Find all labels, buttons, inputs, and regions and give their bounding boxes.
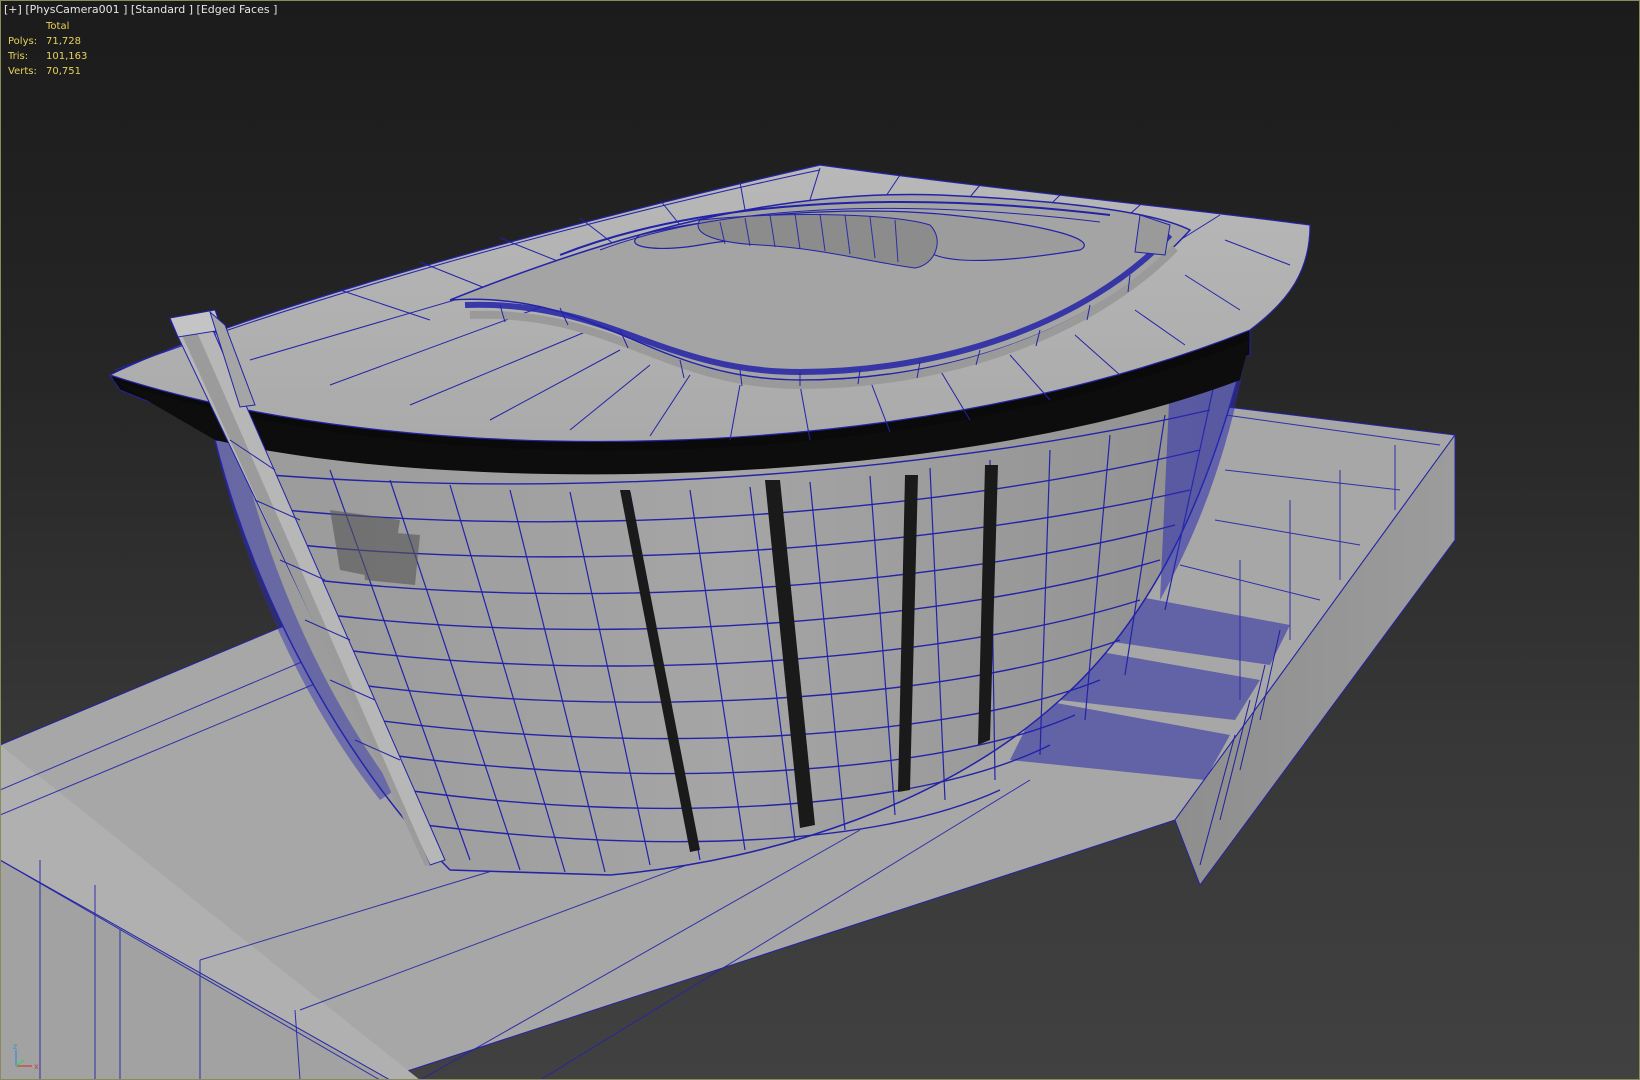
stats-key: Polys: — [8, 36, 38, 47]
statistics-overlay: Total Polys: 71,728 Tris: 101,163 Verts:… — [8, 19, 87, 79]
stats-row-verts: Verts: 70,751 — [8, 64, 87, 79]
stats-row-polys: Polys: 71,728 — [8, 34, 87, 49]
stats-header: Total — [46, 21, 70, 32]
stats-key: Tris: — [8, 51, 29, 62]
viewport-camera-label[interactable]: [PhysCamera001 ] — [25, 3, 127, 16]
axis-tripod-icon: z x — [13, 1042, 39, 1071]
axis-x-label: x — [34, 1062, 39, 1071]
stats-key: Verts: — [8, 66, 37, 77]
stats-row-tris: Tris: 101,163 — [8, 49, 87, 64]
viewport-shading-label[interactable]: [Standard ] — [131, 3, 193, 16]
viewport-menu-plus[interactable]: [+] — [4, 3, 22, 16]
perspective-viewport[interactable]: [+] [PhysCamera001 ] [Standard ] [Edged … — [0, 0, 1640, 1080]
stats-value: 70,751 — [46, 66, 81, 77]
stats-value: 101,163 — [46, 51, 88, 62]
viewport-display-mode-label[interactable]: [Edged Faces ] — [197, 3, 278, 16]
stats-value: 71,728 — [46, 36, 81, 47]
scene-render[interactable] — [0, 0, 1640, 1080]
axis-z-label: z — [13, 1042, 17, 1051]
viewport-label[interactable]: [+] [PhysCamera001 ] [Standard ] [Edged … — [4, 3, 277, 16]
